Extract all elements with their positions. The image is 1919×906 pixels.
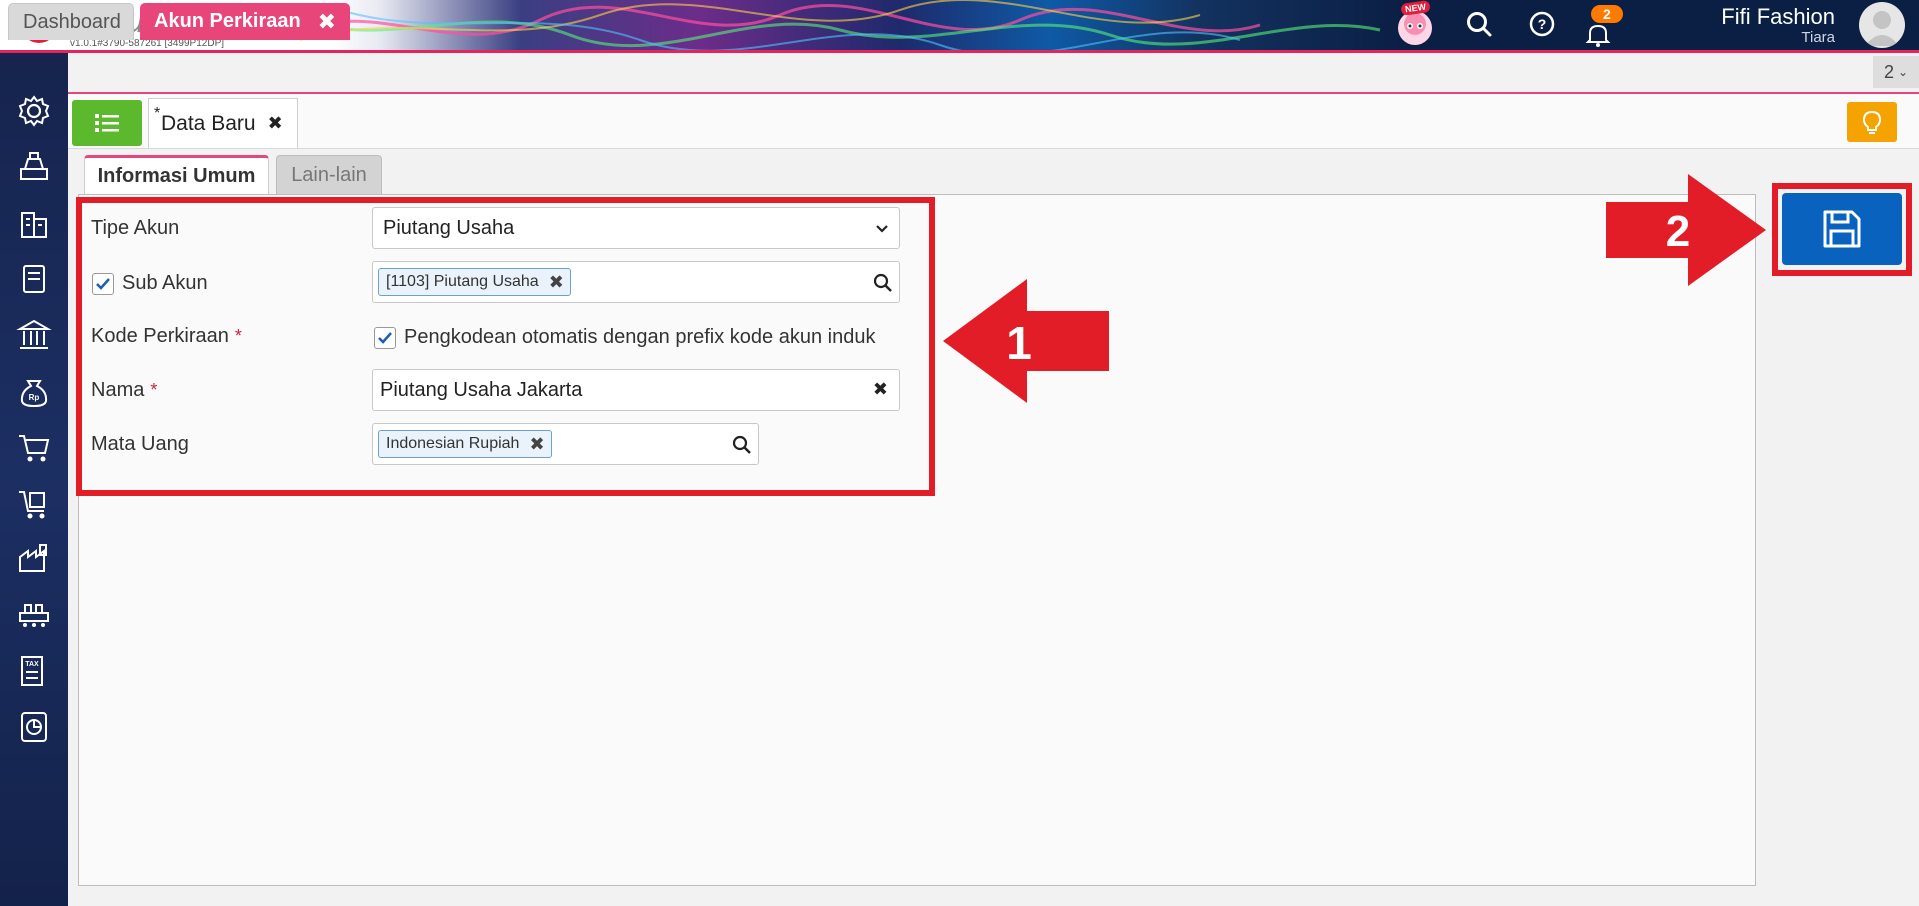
report-chart-icon[interactable] [16,709,52,745]
production-icon[interactable] [16,597,52,633]
tab-dashboard-label: Dashboard [23,10,121,33]
shopping-cart-icon[interactable] [16,429,52,465]
page-tab-bar [68,53,1919,93]
purchase-cart-icon[interactable] [16,485,52,521]
tips-button[interactable] [1847,102,1897,142]
chevron-down-icon: ⌄ [1897,65,1909,79]
bell-icon[interactable] [1585,22,1611,48]
list-view-button[interactable] [72,100,142,146]
search-icon[interactable] [1465,10,1493,38]
user-avatar-icon [1865,11,1899,46]
notification-count-badge: 2 [1591,5,1623,23]
tab-lain-lain[interactable]: Lain-lain [276,155,382,195]
unsaved-marker: * [154,105,161,122]
money-bag-icon[interactable]: Rp [16,373,52,409]
ledger-book-icon[interactable] [16,261,52,297]
tab-akun-perkiraan[interactable]: Akun Perkiraan ✖ [140,3,350,40]
tab-data-baru[interactable]: * Data Baru ✖ [148,98,298,148]
annotation-arrow-2: 2 [1606,174,1766,286]
tab-dashboard[interactable]: Dashboard [8,3,134,40]
close-document-icon[interactable]: ✖ [268,113,283,134]
close-tab-icon[interactable]: ✖ [318,9,336,35]
tab-informasi-umum[interactable]: Informasi Umum [84,155,269,195]
settings-gear-icon[interactable] [16,93,52,129]
tab-count-dropdown[interactable]: 2 ⌄ [1873,56,1919,88]
warehouse-icon[interactable] [16,541,52,577]
lightbulb-icon [1862,110,1882,134]
svg-text:Rp: Rp [29,393,40,402]
tab-lain-lain-label: Lain-lain [291,163,367,186]
bank-icon[interactable] [16,317,52,353]
building-icon[interactable] [16,205,52,241]
save-button[interactable] [1782,193,1902,265]
tab-akun-perkiraan-label: Akun Perkiraan [154,10,301,32]
help-icon[interactable]: ? [1528,10,1556,38]
avatar[interactable] [1859,2,1905,48]
tax-document-icon[interactable]: TAX [16,653,52,689]
svg-text:?: ? [1538,16,1547,32]
cash-register-icon[interactable] [16,149,52,185]
annotation-arrow-1: 1 [943,279,1109,403]
company-name[interactable]: Fifi Fashion [1721,4,1835,30]
svg-text:TAX: TAX [25,661,39,668]
annotation-box-form [76,197,935,496]
tab-informasi-umum-label: Informasi Umum [97,165,256,187]
annotation-number-1: 1 [1006,317,1032,369]
document-toolbar [68,94,1919,149]
list-icon [95,114,119,132]
user-name: Tiara [1801,29,1835,46]
tab-count-value: 2 [1883,61,1894,82]
floppy-disk-icon [1823,210,1861,248]
tab-data-baru-label: Data Baru [161,111,256,135]
sidebar: Rp TAX [0,53,68,906]
annotation-number-2: 2 [1666,207,1690,256]
